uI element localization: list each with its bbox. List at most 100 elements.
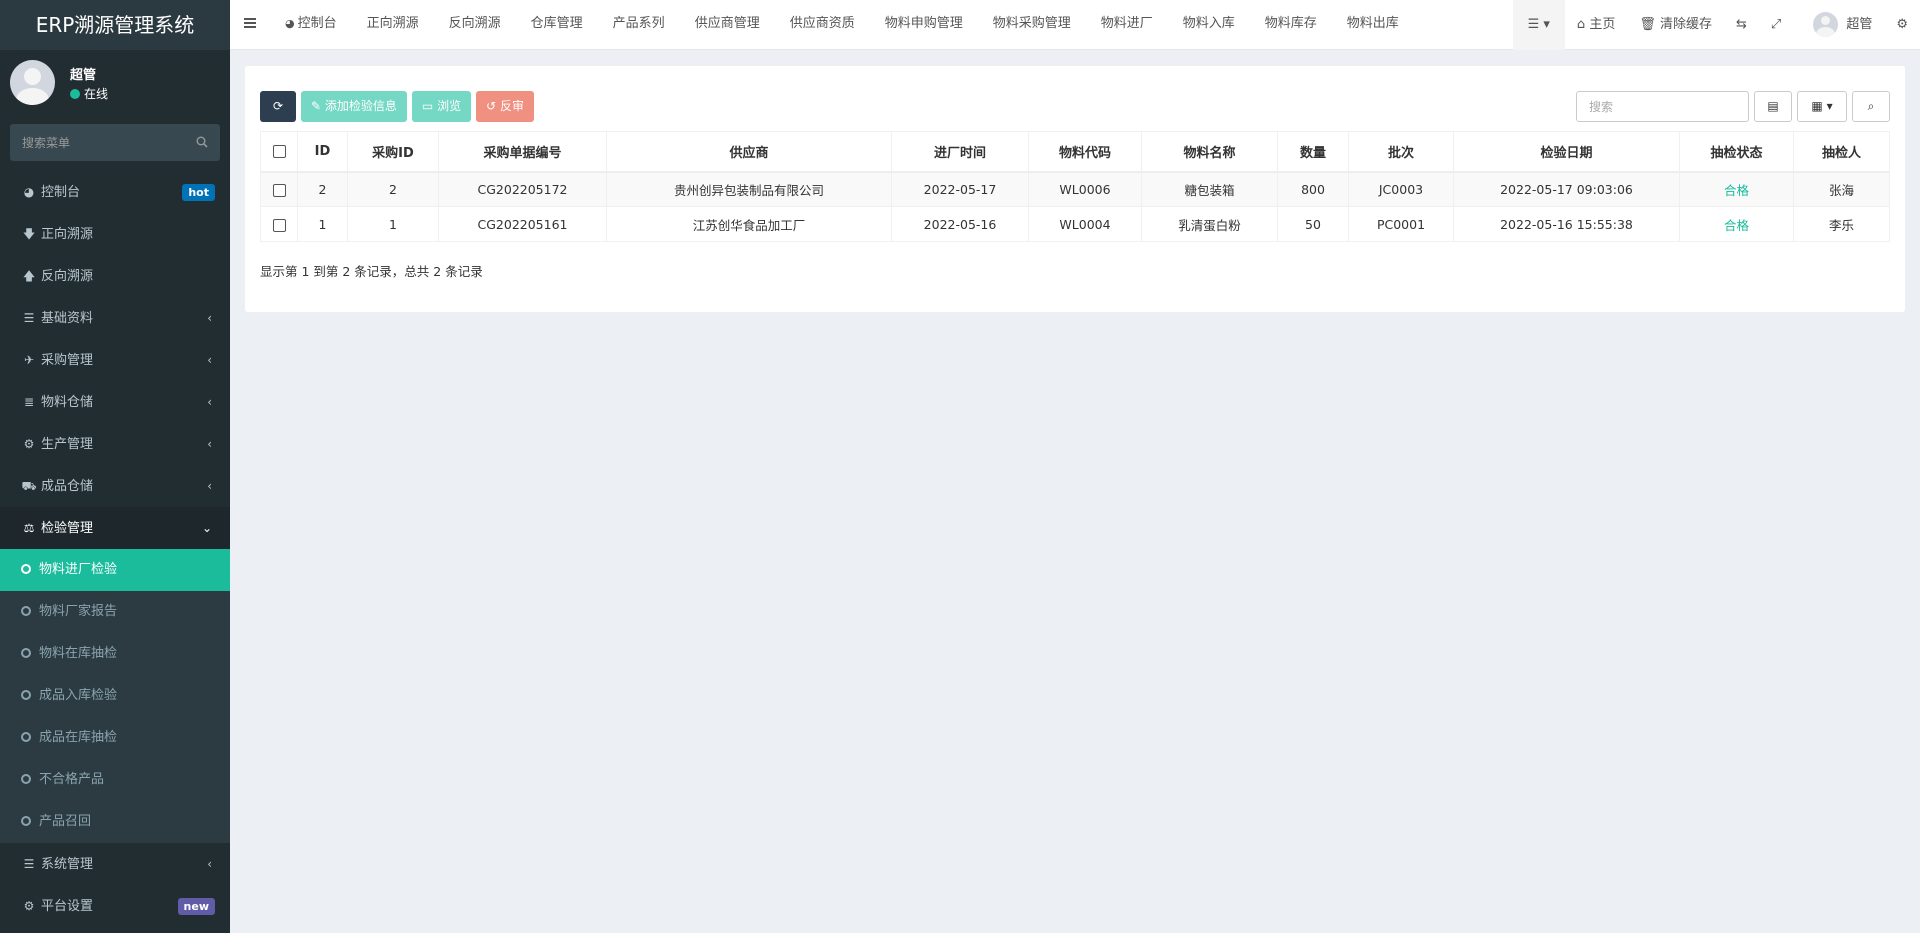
sidebar-item-basic-data[interactable]: ☰ 基础资料 ‹ (0, 297, 230, 339)
cogs-icon: ⚙ (23, 437, 35, 451)
nav-tab-material-purchase[interactable]: 物料采购管理 (978, 0, 1086, 50)
nav-tab-supplier[interactable]: 供应商管理 (680, 0, 775, 50)
submenu-item-vendor-report[interactable]: 物料厂家报告 (0, 591, 230, 633)
plane-icon: ✈ (23, 353, 35, 367)
nav-tab-material-inbound[interactable]: 物料入库 (1168, 0, 1250, 50)
nav-tab-dashboard[interactable]: ◕ 控制台 (270, 0, 352, 50)
nav-tab-supplier-qualification[interactable]: 供应商资质 (775, 0, 870, 50)
user-status: 在线 (70, 85, 108, 102)
sidebar-toggle-icon[interactable] (244, 18, 256, 28)
circle-icon (21, 732, 31, 742)
fullscreen-icon[interactable]: ⤢ (1759, 0, 1793, 50)
nav-tab-material-entry[interactable]: 物料进厂 (1086, 0, 1168, 50)
column-header-inspection-date[interactable]: 检验日期 (1453, 131, 1680, 173)
list-icon: ☰ (23, 857, 35, 871)
column-header-entry-date[interactable]: 进厂时间 (891, 131, 1029, 173)
dashboard-icon: ◕ (23, 185, 35, 199)
sidebar-item-forward-trace[interactable]: 🡇 正向溯源 (0, 213, 230, 255)
nav-tab-forward-trace[interactable]: 正向溯源 (352, 0, 434, 50)
search-icon[interactable] (196, 136, 208, 148)
cell-purchase-id: 1 (347, 206, 439, 242)
settings-gear-icon[interactable]: ⚙ (1884, 0, 1920, 50)
cell-supplier: 江苏创华食品加工厂 (606, 206, 892, 242)
chevron-left-icon: ‹ (207, 857, 212, 871)
home-link[interactable]: ⌂ 主页 (1565, 0, 1627, 50)
cell-purchase-no: CG202205172 (438, 171, 607, 207)
chevron-left-icon: ‹ (207, 311, 212, 325)
table-toolbar: ⟳ ✎ 添加检验信息 ▭ 浏览 ↺ 反审 (260, 91, 534, 122)
advanced-search-button[interactable]: ⌕ (1852, 91, 1890, 122)
nav-tabs: ◕ 控制台 正向溯源 反向溯源 仓库管理 产品系列 供应商管理 供应商资质 物料申… (270, 0, 1414, 50)
monitor-icon: ▭ (421, 99, 434, 113)
column-header-batch[interactable]: 批次 (1348, 131, 1454, 173)
submenu-item-recall[interactable]: 产品召回 (0, 801, 230, 843)
circle-icon (21, 816, 31, 826)
more-tabs-dropdown[interactable]: ☰ ▾ (1512, 0, 1565, 50)
column-header-material-code[interactable]: 物料代码 (1028, 131, 1142, 173)
nav-tab-material-request[interactable]: 物料申购管理 (870, 0, 978, 50)
cell-supplier: 贵州创异包装制品有限公司 (606, 171, 892, 207)
nav-tab-product-series[interactable]: 产品系列 (598, 0, 680, 50)
row-checkbox[interactable] (272, 183, 286, 197)
hot-badge: hot (182, 184, 215, 201)
cell-material-code: WL0004 (1028, 206, 1142, 242)
table-row[interactable]: 2 2 CG202205172 贵州创异包装制品有限公司 2022-05-17 … (260, 171, 1890, 207)
column-header-purchase-no[interactable]: 采购单据编号 (438, 131, 607, 173)
table-row[interactable]: 1 1 CG202205161 江苏创华食品加工厂 2022-05-16 WL0… (260, 206, 1890, 242)
column-header-sampling-status[interactable]: 抽检状态 (1679, 131, 1794, 173)
table-search-input[interactable] (1576, 91, 1749, 122)
column-header-quantity[interactable]: 数量 (1277, 131, 1349, 173)
user-menu[interactable]: 超管 (1793, 0, 1884, 50)
cell-batch: PC0001 (1348, 206, 1454, 242)
sidebar-item-dashboard[interactable]: ◕ 控制台 hot (0, 171, 230, 213)
cell-batch: JC0003 (1348, 171, 1454, 207)
row-checkbox[interactable] (272, 218, 286, 232)
column-header-inspector[interactable]: 抽检人 (1793, 131, 1890, 173)
dashboard-icon: ◕ (285, 17, 295, 30)
select-all-checkbox[interactable] (272, 144, 286, 158)
refresh-button[interactable]: ⟳ (260, 91, 296, 122)
caret-down-icon: ▾ (1543, 17, 1550, 32)
column-header-supplier[interactable]: 供应商 (606, 131, 892, 173)
sidebar-item-purchase[interactable]: ✈ 采购管理 ‹ (0, 339, 230, 381)
circle-icon (21, 690, 31, 700)
language-icon[interactable]: ⇆ (1724, 0, 1759, 50)
add-inspection-button[interactable]: ✎ 添加检验信息 (301, 91, 407, 122)
nav-tab-warehouse[interactable]: 仓库管理 (516, 0, 598, 50)
sidebar-item-system[interactable]: ☰ 系统管理 ‹ (0, 843, 230, 885)
column-header-purchase-id[interactable]: 采购ID (347, 131, 439, 173)
columns-dropdown-button[interactable]: ▦ ▾ (1797, 91, 1847, 122)
sidebar-item-platform-settings[interactable]: ⚙ 平台设置 new (0, 885, 230, 927)
grid-icon: ▦ (1811, 99, 1823, 113)
column-header-id[interactable]: ID (297, 131, 348, 173)
submenu-item-nonconforming[interactable]: 不合格产品 (0, 759, 230, 801)
submenu-item-material-stock-sampling[interactable]: 物料在库抽检 (0, 633, 230, 675)
nav-tab-material-stock[interactable]: 物料库存 (1250, 0, 1332, 50)
sidebar-item-inspection[interactable]: ⚖ 检验管理 ⌄ (0, 507, 230, 549)
cell-material-name: 糖包装箱 (1141, 171, 1278, 207)
nav-tab-material-outbound[interactable]: 物料出库 (1332, 0, 1414, 50)
submenu-item-product-entry-inspection[interactable]: 成品入库检验 (0, 675, 230, 717)
reverse-review-button[interactable]: ↺ 反审 (476, 91, 534, 122)
sidebar-item-reverse-trace[interactable]: 🡅 反向溯源 (0, 255, 230, 297)
app-logo-title[interactable]: ERP溯源管理系统 (0, 0, 230, 50)
row-checkbox-cell (260, 171, 298, 207)
sidebar-item-production[interactable]: ⚙ 生产管理 ‹ (0, 423, 230, 465)
sidebar-item-material-storage[interactable]: ≣ 物料仓储 ‹ (0, 381, 230, 423)
toggle-view-button[interactable]: ▤ (1754, 91, 1792, 122)
sidebar-menu-bottom: ☰ 系统管理 ‹ ⚙ 平台设置 new (0, 843, 230, 927)
sidebar: ERP溯源管理系统 超管 在线 ◕控制台hot 🡇正向溯源 🡅反向溯源 ☰基础资… (0, 0, 230, 933)
arrow-down-icon: 🡇 (22, 227, 36, 241)
row-checkbox-cell (260, 206, 298, 242)
cell-inspection-date: 2022-05-17 09:03:06 (1453, 171, 1680, 207)
nav-tab-reverse-trace[interactable]: 反向溯源 (434, 0, 516, 50)
column-header-material-name[interactable]: 物料名称 (1141, 131, 1278, 173)
chevron-left-icon: ‹ (207, 479, 212, 493)
balance-scale-icon: ⚖ (23, 521, 35, 535)
sidebar-item-product-storage[interactable]: ⛟ 成品仓储 ‹ (0, 465, 230, 507)
submenu-item-material-entry-inspection[interactable]: 物料进厂检验 (0, 549, 230, 591)
view-button[interactable]: ▭ 浏览 (411, 91, 472, 122)
menu-search-input[interactable] (10, 124, 220, 161)
clear-cache-button[interactable]: 🗑 清除缓存 (1627, 0, 1724, 50)
submenu-item-product-stock-sampling[interactable]: 成品在库抽检 (0, 717, 230, 759)
